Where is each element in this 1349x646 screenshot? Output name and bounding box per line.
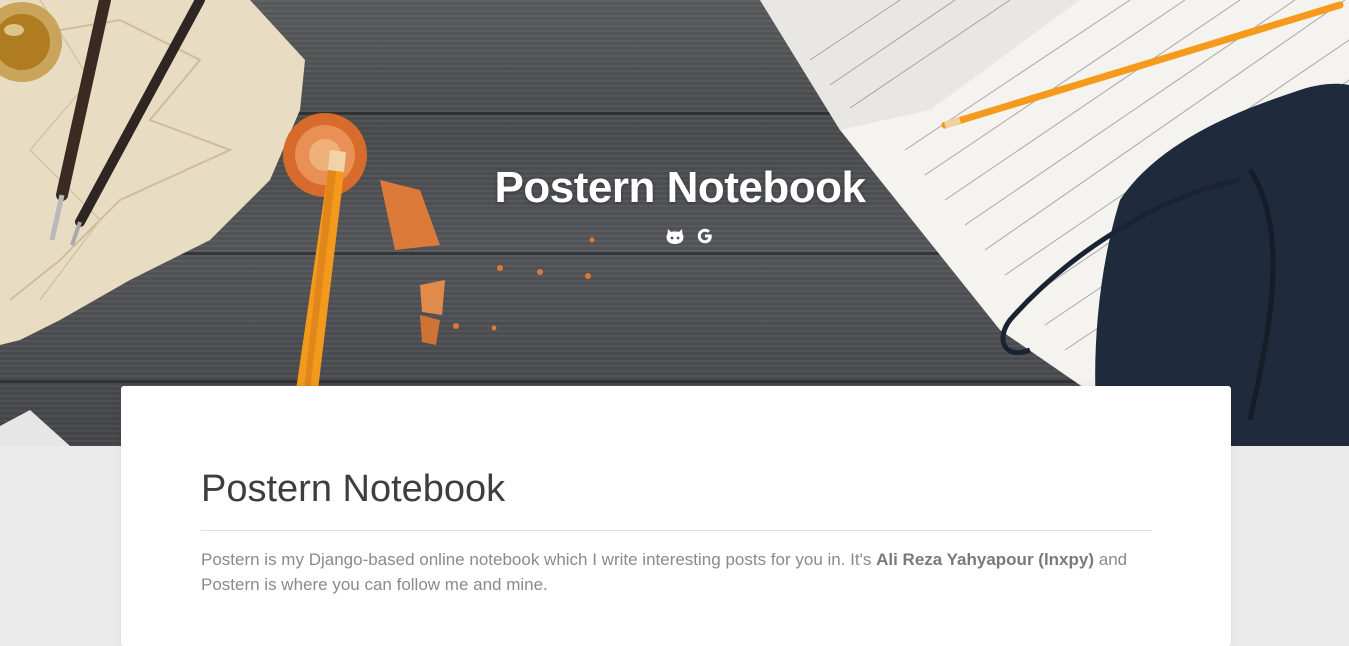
pencil-tip bbox=[328, 150, 346, 172]
paper-corner bbox=[0, 410, 70, 446]
intro-text-before: Postern is my Django-based online notebo… bbox=[201, 550, 877, 569]
intro-paragraph: Postern is my Django-based online notebo… bbox=[201, 547, 1152, 597]
shaving-crumb bbox=[497, 265, 503, 271]
social-links bbox=[660, 224, 720, 248]
notebook-pencil-tip bbox=[943, 116, 962, 129]
author-name: Ali Reza Yahyapour (lnxpy) bbox=[876, 550, 1095, 569]
hero-background-illustration bbox=[0, 0, 1349, 446]
shaving-crumb bbox=[453, 323, 459, 329]
title-divider bbox=[201, 530, 1152, 531]
pencil-shaving-small bbox=[420, 315, 440, 345]
intro-card: Postern Notebook Postern is my Django-ba… bbox=[121, 386, 1231, 646]
pencil-shaving-small bbox=[420, 280, 445, 315]
github-link[interactable] bbox=[664, 225, 686, 247]
ink-bottle-glare bbox=[4, 24, 24, 36]
shaving-crumb bbox=[589, 237, 595, 243]
google-icon bbox=[697, 228, 712, 244]
shaving-crumb bbox=[491, 325, 497, 331]
site-title[interactable]: Postern Notebook bbox=[380, 160, 980, 216]
shaving-crumb bbox=[585, 273, 591, 279]
card-title: Postern Notebook bbox=[201, 468, 506, 510]
shaving-crumb bbox=[537, 269, 543, 275]
google-link[interactable] bbox=[694, 225, 716, 247]
hero-banner: Postern Notebook bbox=[0, 0, 1349, 446]
github-icon bbox=[666, 229, 684, 244]
